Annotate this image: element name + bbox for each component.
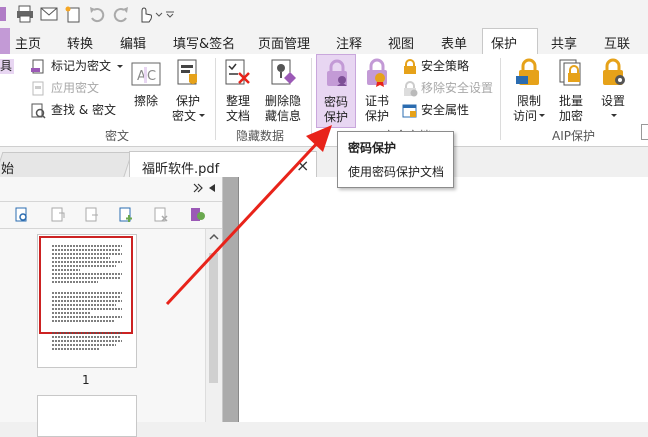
red-arrow-annotation (165, 125, 332, 306)
